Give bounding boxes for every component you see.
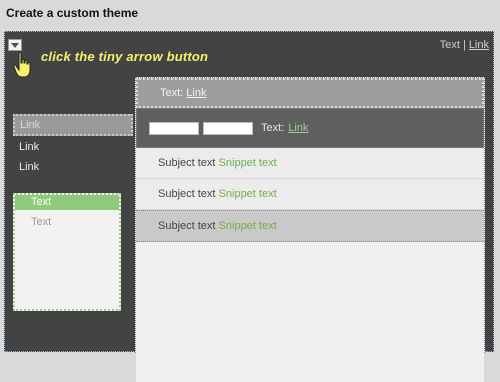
subject-text: Subject text — [158, 188, 216, 200]
header-bar-link[interactable]: Link — [186, 87, 206, 99]
snippet-text: Snippet text — [218, 220, 277, 232]
main-content: Text: Link Text: Link Subject text Snipp… — [135, 77, 485, 382]
widget-header: Text — [15, 195, 119, 210]
widget-body: Text — [31, 216, 52, 228]
subject-text: Subject text — [158, 220, 216, 232]
hint-text: click the tiny arrow button — [41, 49, 209, 64]
sidenav-item-2[interactable]: Link — [13, 138, 133, 157]
list-item-selected[interactable]: Subject text Snippet text — [136, 210, 484, 242]
page-title: Create a custom theme — [6, 6, 139, 20]
toolbar-link[interactable]: Link — [288, 122, 308, 134]
top-separator: | — [462, 39, 466, 51]
message-list: Subject text Snippet text Subject text S… — [136, 148, 484, 242]
toolbar-input-2[interactable] — [203, 121, 253, 135]
snippet-text: Snippet text — [218, 188, 277, 200]
toolbar: Text: Link — [136, 108, 484, 148]
top-text: Text — [439, 39, 460, 51]
content-area — [136, 242, 484, 382]
subject-text: Subject text — [158, 157, 216, 169]
header-bar: Text: Link — [136, 78, 484, 108]
theme-preview-canvas: click the tiny arrow button Text | Link Li… — [4, 31, 494, 382]
tiny-arrow-button[interactable] — [8, 39, 22, 51]
header-bar-text: Text: — [160, 87, 184, 99]
toolbar-input-1[interactable] — [149, 121, 199, 135]
sidebar-widget: Text Text — [13, 193, 121, 311]
list-item[interactable]: Subject text Snippet text — [136, 148, 484, 179]
sidenav-item-1[interactable]: Link — [13, 114, 133, 136]
chevron-down-icon — [11, 42, 19, 48]
snippet-text: Snippet text — [218, 157, 277, 169]
sidenav-item-3[interactable]: Link — [13, 158, 133, 177]
hand-pointer-icon — [13, 51, 31, 78]
top-links: Text | Link — [440, 39, 489, 51]
side-nav: Link Link Link — [13, 114, 133, 178]
top-link[interactable]: Link — [469, 39, 489, 51]
toolbar-text: Text: — [261, 122, 285, 134]
list-item[interactable]: Subject text Snippet text — [136, 179, 484, 210]
